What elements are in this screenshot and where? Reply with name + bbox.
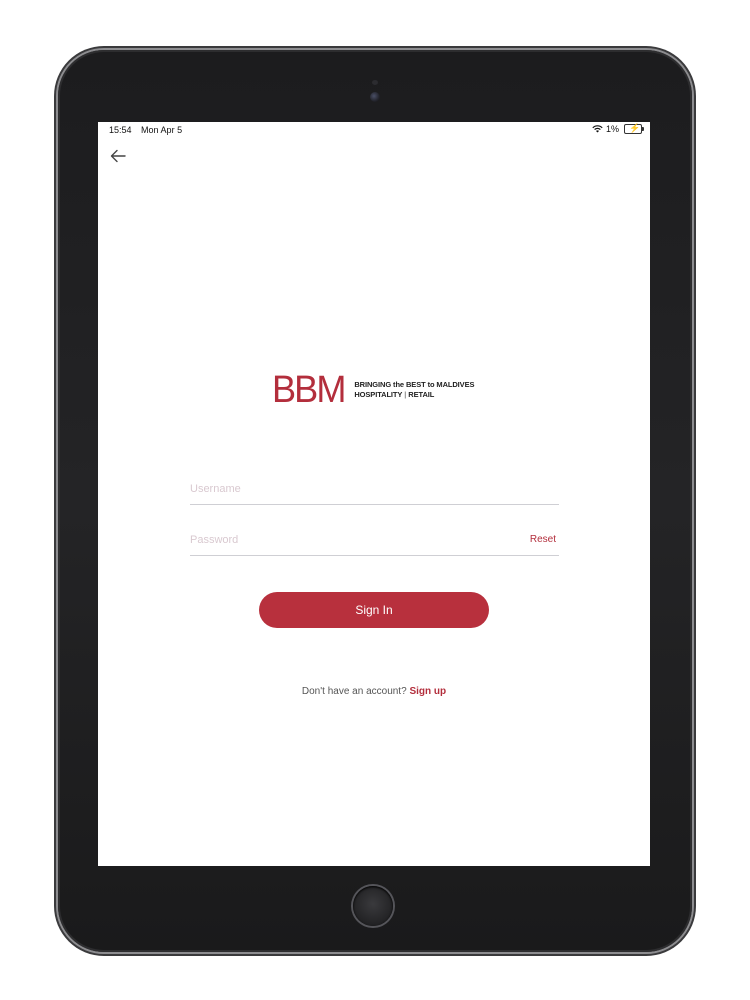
home-button[interactable]: [353, 886, 393, 926]
status-time-date: 15:54 Mon Apr 5: [109, 125, 189, 135]
camera-icon: [370, 92, 380, 102]
device-mockup: 15:54 Mon Apr 5 1% ⚡ BBM BRINGING the BE…: [0, 0, 750, 1000]
sign-in-button[interactable]: Sign In: [259, 592, 489, 628]
logo-tagline-line2: HOSPITALITY | RETAIL: [354, 390, 474, 400]
sign-up-link[interactable]: Sign up: [409, 686, 446, 697]
logo-tagline-hospitality: HOSPITALITY: [354, 390, 403, 399]
logo-tagline: BRINGING the BEST to MALDIVES HOSPITALIT…: [354, 380, 474, 400]
status-time: 15:54: [109, 125, 132, 135]
password-input[interactable]: [190, 525, 490, 555]
status-indicators: 1% ⚡: [592, 123, 644, 134]
logo-mark: BBM: [272, 369, 346, 411]
bolt-icon: ⚡: [629, 123, 641, 133]
back-arrow-icon[interactable]: [110, 149, 126, 163]
signup-prompt-text: Don't have an account?: [301, 686, 407, 697]
status-bar: 15:54 Mon Apr 5 1% ⚡: [98, 122, 650, 138]
reset-password-link[interactable]: Reset: [530, 534, 556, 545]
username-input[interactable]: [190, 474, 490, 504]
username-field: [190, 474, 559, 505]
logo-tagline-separator: |: [404, 390, 407, 399]
wifi-icon: [592, 125, 603, 133]
sensor-icon: [372, 80, 378, 85]
logo-tagline-retail: RETAIL: [408, 390, 435, 399]
brand-logo: BBM BRINGING the BEST to MALDIVES HOSPIT…: [272, 369, 474, 411]
logo-tagline-line1: BRINGING the BEST to MALDIVES: [354, 380, 475, 389]
app-screen: 15:54 Mon Apr 5 1% ⚡ BBM BRINGING the BE…: [98, 122, 650, 866]
signup-prompt: Don't have an account? Sign up: [98, 686, 650, 697]
password-field: Reset: [190, 525, 559, 556]
status-date: Mon Apr 5: [141, 125, 183, 135]
battery-charging-icon: ⚡: [624, 123, 644, 134]
battery-percent: 1%: [605, 124, 619, 134]
